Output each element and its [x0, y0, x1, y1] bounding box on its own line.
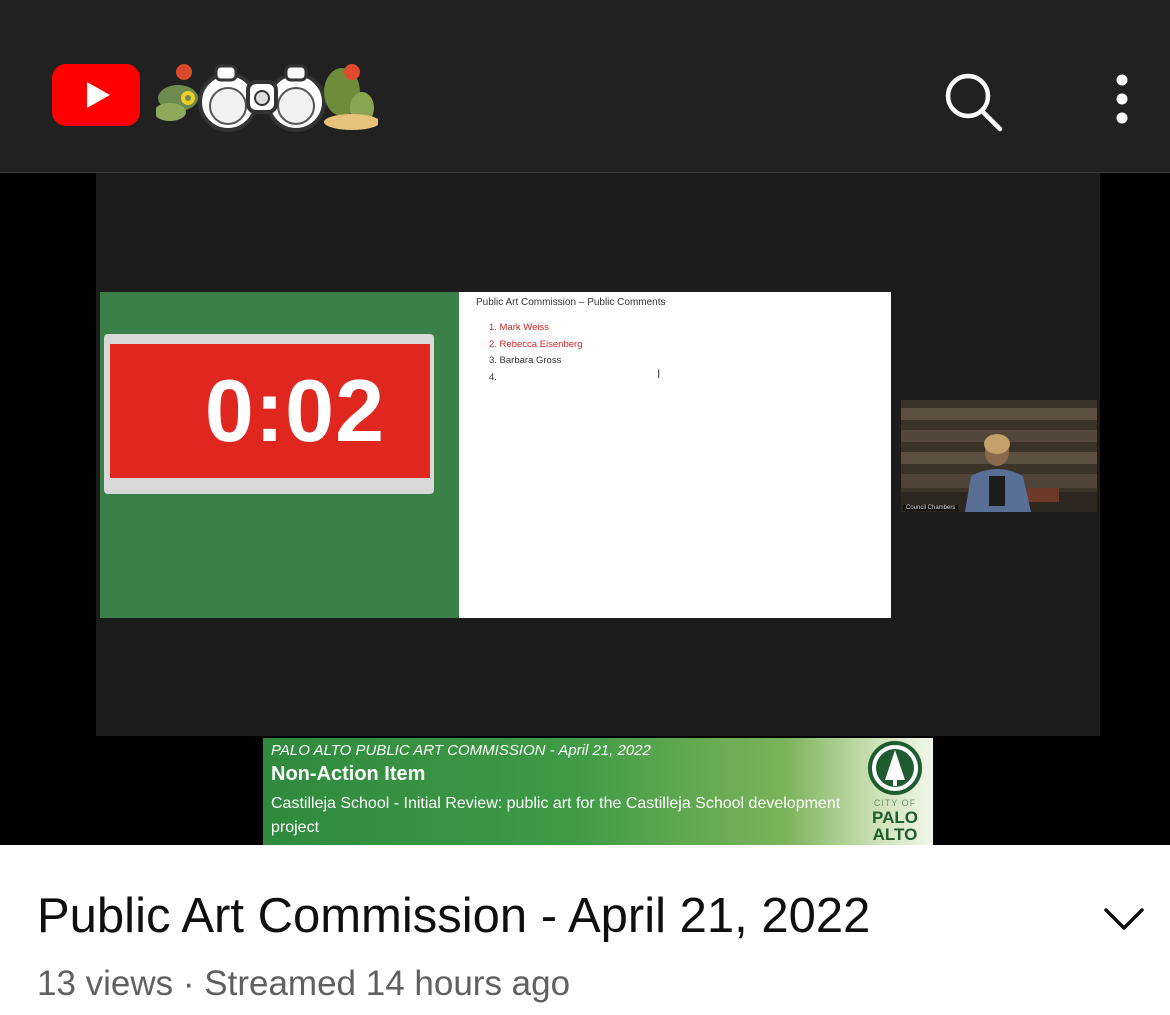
speaker-item: 2. Rebecca Eisenberg [489, 338, 583, 350]
meeting-stage: 0:02 Public Art Commission – Public Comm… [96, 173, 1100, 736]
more-vertical-icon [1116, 74, 1128, 124]
banner-description: Castilleja School - Initial Review: publ… [271, 795, 841, 836]
chevron-down-icon [1104, 908, 1144, 930]
youtube-logo-icon[interactable] [52, 64, 140, 126]
timer-frame: 0:02 [104, 334, 434, 494]
top-app-bar [0, 0, 1170, 173]
expand-description-button[interactable] [1096, 898, 1152, 942]
camera-caption: Council Chambers [903, 505, 959, 511]
palo-alto-logo: CITY OF PALO ALTO [861, 740, 929, 844]
document-title: Public Art Commission – Public Comments [476, 297, 666, 308]
video-title[interactable]: Public Art Commission - April 21, 2022 [37, 888, 870, 944]
banner-organization: PALO ALTO PUBLIC ART COMMISSION - April … [271, 742, 651, 759]
search-button[interactable] [940, 68, 1006, 134]
public-comments-document: Public Art Commission – Public Comments … [459, 292, 891, 618]
logo-city-of: CITY OF [873, 798, 917, 808]
speaker-item: 3. Barbara Gross [489, 355, 562, 366]
logo-alto: ALTO [872, 825, 918, 844]
text-cursor-icon: I [657, 367, 661, 381]
timer-panel: 0:02 [100, 292, 460, 618]
video-meta: 13 views · Streamed 14 hours ago [37, 964, 571, 1003]
banner-item-type: Non-Action Item [271, 763, 426, 785]
speaker-video-image [901, 400, 1097, 512]
speaker-item: 1. Mark Weiss [489, 322, 550, 333]
speaker-item: 4. [489, 371, 497, 383]
binoculars-doodle-icon[interactable] [154, 58, 380, 134]
search-icon [945, 73, 1003, 132]
speaker-list: 1. Mark Weiss 2. Rebecca Eisenberg 3. Ba… [489, 320, 582, 386]
countdown-timer: 0:02 [110, 344, 430, 478]
lower-third-banner: PALO ALTO PUBLIC ART COMMISSION - April … [263, 738, 933, 845]
video-player[interactable]: 0:02 Public Art Commission – Public Comm… [0, 173, 1170, 845]
more-options-button[interactable] [1100, 70, 1144, 130]
tree-icon [868, 741, 922, 795]
camera-feed: Council Chambers [901, 400, 1097, 512]
